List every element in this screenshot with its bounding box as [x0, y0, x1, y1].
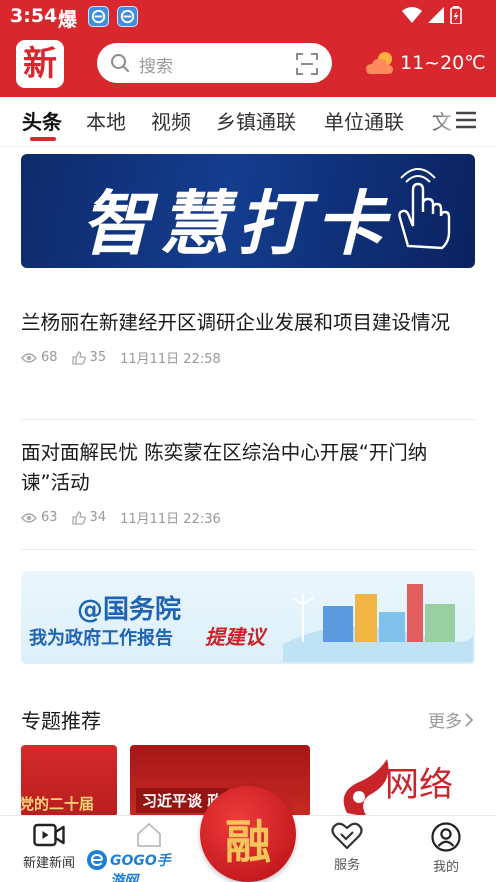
news-meta: 63 34 11月11日 22:36 [21, 508, 476, 527]
banner-gwy-title: @国务院 [77, 595, 182, 625]
news-divider [21, 549, 476, 550]
nav-label: 服务 [333, 858, 360, 873]
news-divider [21, 419, 476, 420]
tab-local[interactable]: 本地 [86, 106, 126, 135]
smart-checkin-banner[interactable]: 智慧打卡 [21, 154, 475, 268]
wifi-icon [402, 7, 422, 23]
topics-more-link[interactable]: 更多 [428, 707, 474, 732]
nav-home[interactable] [104, 822, 194, 848]
publish-time: 11月11日 22:36 [120, 512, 221, 527]
topic-card-text: 党的二十届 [21, 795, 95, 813]
watermark-text: GOGO手游网 [110, 853, 171, 882]
tab-video[interactable]: 视频 [151, 106, 191, 135]
topic-card[interactable]: 网络 [323, 745, 496, 817]
like-thumb-icon [71, 510, 86, 525]
view-count: 68 [41, 350, 58, 365]
banner-gwy-highlight: 提建议 [205, 625, 265, 649]
nav-service[interactable]: 服务 [302, 822, 392, 873]
status-bar: 3:54 爆 [0, 0, 496, 34]
publish-time: 11月11日 22:58 [120, 352, 221, 367]
news-item[interactable]: 面对面解民忧 陈奕蒙在区综治中心开展“开门纳谏”活动 63 34 11月11日 … [21, 438, 476, 527]
tab-headline[interactable]: 头条 [22, 106, 62, 135]
status-time: 3:54 [10, 5, 58, 27]
more-label: 更多 [428, 712, 462, 732]
notification-app-icon-2 [117, 6, 138, 27]
search-icon [111, 54, 129, 72]
news-item[interactable]: 兰杨丽在新建经开区调研企业发展和项目建设情况 68 35 11月11日 22:5… [21, 308, 476, 367]
news-title[interactable]: 面对面解民忧 陈奕蒙在区综治中心开展“开门纳谏”活动 [21, 438, 476, 498]
like-count: 35 [89, 350, 107, 365]
scan-icon[interactable] [296, 53, 318, 75]
topics-section-title: 专题推荐 [21, 709, 101, 733]
logo-char: 新 [23, 44, 57, 84]
status-indicators [402, 6, 462, 24]
weather-cloudy-icon [366, 52, 393, 74]
status-char: 爆 [58, 9, 78, 31]
view-count: 63 [41, 510, 58, 525]
channel-menu-icon[interactable] [456, 111, 476, 129]
nav-profile[interactable]: 我的 [401, 822, 491, 875]
state-council-banner[interactable]: @国务院 我为政府工作报告 提建议 [21, 571, 475, 664]
views-eye-icon [21, 512, 37, 523]
signal-icon [428, 7, 444, 23]
fab-label: 融 [225, 815, 271, 869]
home-icon [137, 822, 161, 847]
search-input[interactable]: 搜索 [139, 52, 173, 77]
banner-gwy-subtitle: 我为政府工作报告 [29, 628, 173, 649]
app-header: 3:54 爆 新 搜索 11~20℃ [0, 0, 496, 97]
search-bar[interactable]: 搜索 [97, 43, 332, 83]
topic-card-text: 网络 [385, 765, 453, 805]
nav-label: 我的 [432, 860, 459, 875]
video-icon [33, 823, 65, 847]
active-tab-indicator [30, 137, 56, 141]
watermark-logo: GOGO手游网 [86, 847, 176, 882]
channel-tabs: 头条 本地 视频 乡镇通联 单位通联 文 [0, 97, 496, 147]
notification-app-icon [88, 6, 109, 27]
news-meta: 68 35 11月11日 22:58 [21, 348, 476, 367]
banner-title: 智慧打卡 [81, 183, 393, 265]
nav-news[interactable]: 新建新闻 [4, 822, 94, 871]
like-count: 34 [89, 510, 107, 525]
like-thumb-icon [71, 350, 86, 365]
views-eye-icon [21, 352, 37, 363]
city-illustration [283, 584, 473, 662]
nav-label: 新建新闻 [22, 856, 75, 871]
weather-temperature: 11~20℃ [400, 52, 486, 74]
media-fusion-button[interactable]: 融 [200, 786, 296, 882]
chevron-right-icon [465, 712, 474, 727]
tab-units[interactable]: 单位通联 [324, 106, 404, 135]
topic-card[interactable]: 党的二十届 [21, 745, 117, 817]
handshake-heart-icon [331, 822, 363, 850]
hand-tap-icon [398, 168, 451, 250]
watermark-e-icon [87, 850, 107, 870]
app-logo[interactable]: 新 [16, 40, 64, 88]
news-title[interactable]: 兰杨丽在新建经开区调研企业发展和项目建设情况 [21, 308, 476, 338]
user-icon [431, 822, 461, 852]
tab-township[interactable]: 乡镇通联 [216, 106, 296, 135]
battery-icon [450, 6, 462, 24]
